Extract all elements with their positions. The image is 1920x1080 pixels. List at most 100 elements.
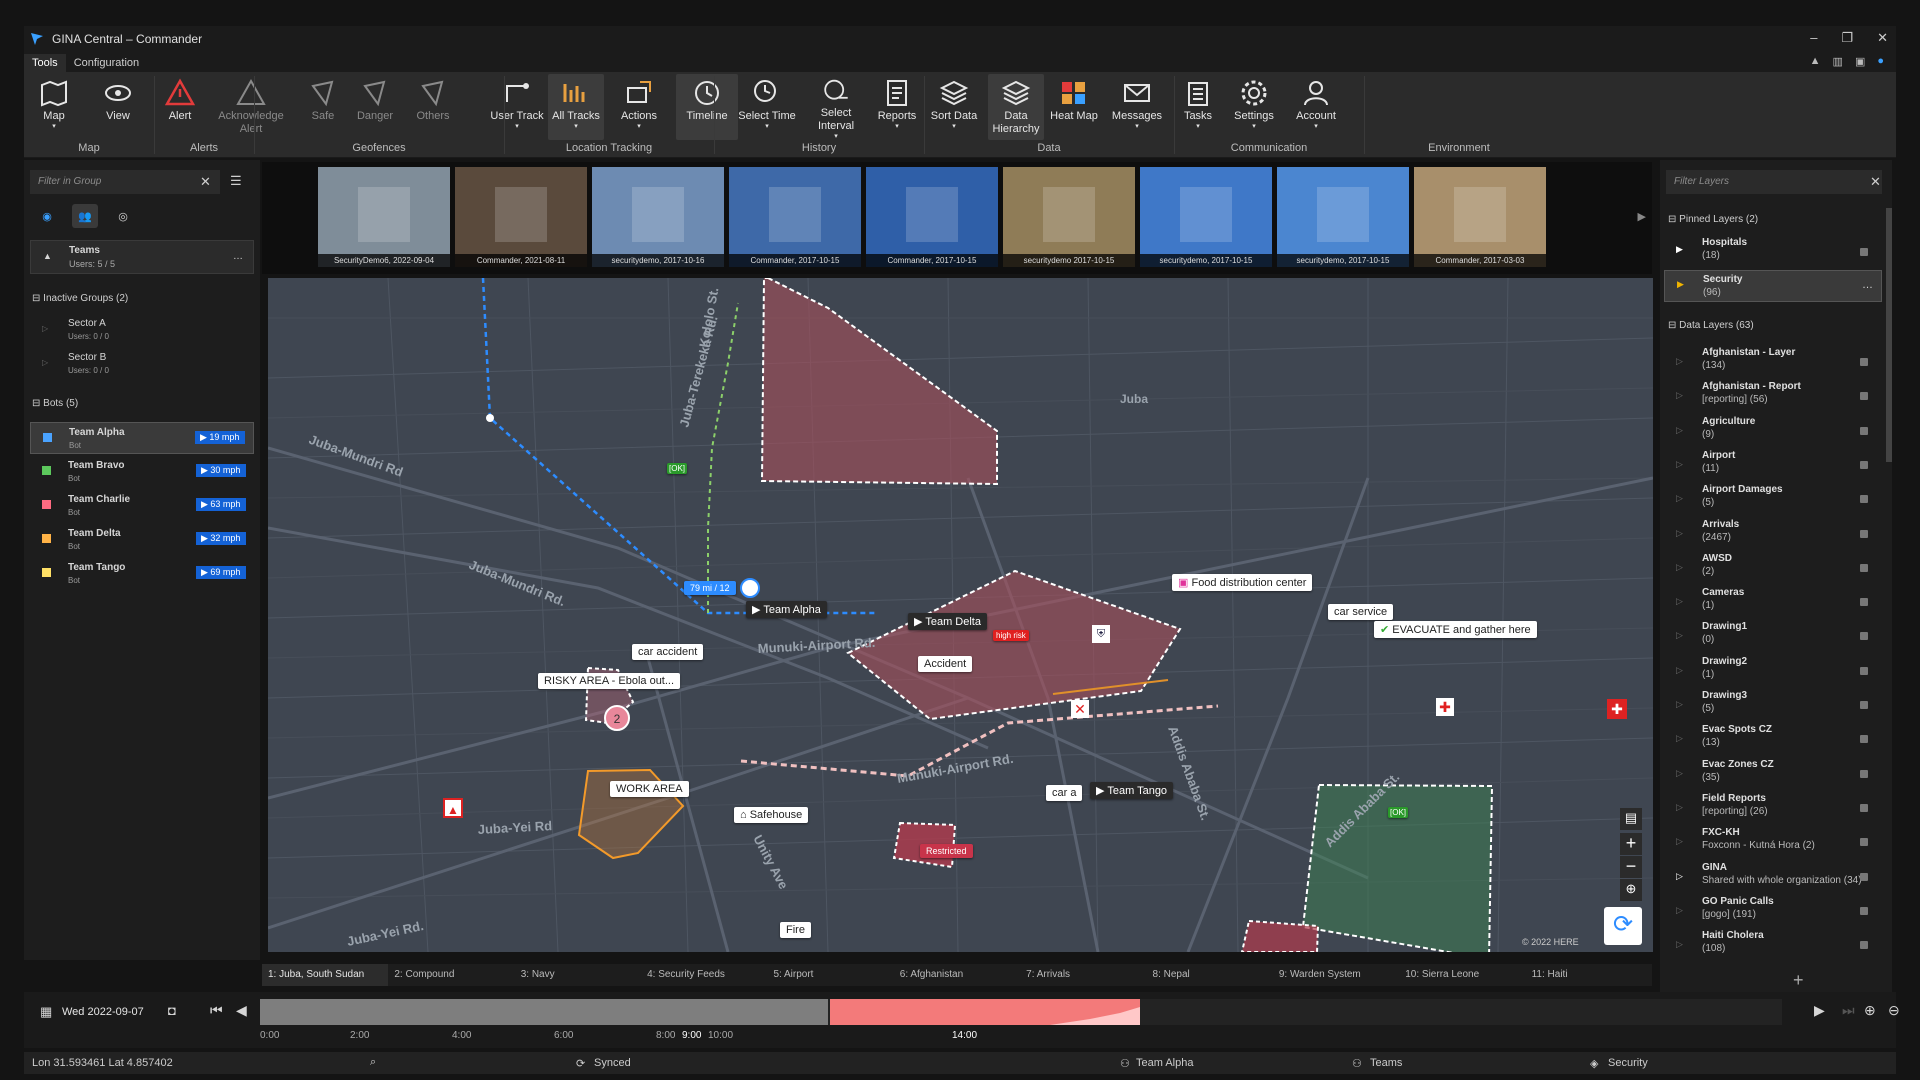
map-list-icon[interactable]: ▤ [1620, 808, 1642, 830]
media-thumbnail[interactable]: Commander, 2017-03-03 [1414, 167, 1546, 267]
person-circle-icon[interactable]: ◉ [34, 204, 60, 228]
close-button[interactable]: ✕ [1877, 30, 1888, 46]
map-tab[interactable]: 4: Security Feeds [641, 964, 767, 986]
add-layer-icon[interactable]: + [1793, 970, 1804, 991]
current-group[interactable]: Teams [1370, 1057, 1402, 1069]
media-thumbnail[interactable]: securitydemo, 2017-10-15 [1277, 167, 1409, 267]
alert-icon[interactable]: ▲ [443, 798, 463, 818]
data-layer-item[interactable]: ▷ Drawing3 (5) [1660, 689, 1880, 721]
alltracks-button[interactable]: All Tracks ▾ [548, 74, 604, 140]
data-layers-header[interactable]: ⊟ Data Layers (63) [1668, 320, 1754, 331]
data-layer-item[interactable]: ▷ GO Panic Calls [gogo] (191) [1660, 895, 1880, 927]
inactive-groups-header[interactable]: ⊟ Inactive Groups (2) [32, 293, 128, 304]
calendar-icon[interactable]: ▦ [40, 1004, 52, 1020]
eye-icon[interactable]: ◎ [110, 204, 136, 228]
sortdata-button[interactable]: Sort Data ▾ [926, 74, 982, 140]
media-thumbnail[interactable]: securitydemo, 2017-10-16 [592, 167, 724, 267]
selectinterval-button[interactable]: Select Interval ▾ [804, 74, 868, 140]
pinned-layers-header[interactable]: ⊟ Pinned Layers (2) [1668, 214, 1758, 225]
media-thumbnail[interactable]: securitydemo, 2017-10-15 [1140, 167, 1272, 267]
teams-group[interactable]: ▲ Teams Users: 5 / 5 … [30, 240, 254, 274]
tab-configuration[interactable]: Configuration [66, 54, 147, 72]
refresh-map-icon[interactable]: ⟳ [1604, 907, 1642, 945]
bot-speed-badge[interactable]: ▶ 63 mph [196, 498, 246, 511]
bot-speed-badge[interactable]: ▶ 30 mph [196, 464, 246, 477]
data-layer-item[interactable]: ▷ Drawing1 (0) [1660, 620, 1880, 652]
expand-icon[interactable]: ▷ [42, 324, 48, 333]
data-layer-item[interactable]: ▷ Afghanistan - Layer (134) [1660, 346, 1880, 378]
pinned-layer-security[interactable]: ▶ Security (96) … [1664, 270, 1882, 302]
expand-icon[interactable]: ▷ [1676, 802, 1683, 813]
bot-speed-badge[interactable]: ▶ 32 mph [196, 532, 246, 545]
more-icon[interactable]: … [233, 251, 243, 262]
alert-button[interactable]: Alert [152, 74, 208, 140]
danger-button[interactable]: Danger [350, 74, 400, 140]
map-tab[interactable]: 3: Navy [515, 964, 641, 986]
expand-icon[interactable]: ▷ [1676, 528, 1683, 539]
timeline-track[interactable] [260, 999, 1782, 1025]
media-thumbnail[interactable]: SecurityDemo6, 2022-09-04 [318, 167, 450, 267]
media-thumbnail[interactable]: Commander, 2021-08-11 [455, 167, 587, 267]
account-button[interactable]: Account ▾ [1286, 74, 1346, 140]
data-layer-item[interactable]: ▷ Drawing2 (1) [1660, 655, 1880, 687]
expand-icon[interactable]: ▷ [1676, 425, 1683, 436]
heatmap-button[interactable]: Heat Map [1046, 74, 1102, 140]
collapse-ribbon-icon[interactable]: ▲ [1810, 55, 1821, 68]
map-tab[interactable]: 6: Afghanistan [894, 964, 1020, 986]
current-layer[interactable]: Security [1608, 1057, 1648, 1069]
step-back-icon[interactable]: ◀ [236, 1002, 247, 1019]
safehouse-label[interactable]: ⌂ Safehouse [734, 807, 809, 823]
data-layer-item[interactable]: ▷ Haiti Cholera (108) [1660, 929, 1880, 961]
data-layer-item[interactable]: ▷ Afghanistan - Report [reporting] (56) [1660, 380, 1880, 412]
security-icon[interactable]: ⛨ [1092, 625, 1110, 643]
usertrack-button[interactable]: User Track ▾ [488, 74, 546, 140]
map-view[interactable]: 2 Juba-Mundri Rd Juba-Mundri Rd. Munuki-… [268, 278, 1653, 952]
accident-label[interactable]: Accident [918, 656, 973, 672]
data-layer-item[interactable]: ▷ Evac Zones CZ (35) [1660, 758, 1880, 790]
inactive-group-item[interactable]: ▷ Sector A Users: 0 / 0 [30, 314, 254, 346]
skip-start-icon[interactable]: ⏮ [210, 1002, 223, 1019]
team-delta-label[interactable]: ▶ Team Delta [908, 613, 987, 630]
expand-icon[interactable]: ▷ [1676, 459, 1683, 470]
window-icon[interactable]: ▣ [1855, 55, 1865, 68]
expand-icon[interactable]: ▷ [1676, 939, 1683, 950]
team-tango-label[interactable]: ▶ Team Tango [1090, 782, 1174, 799]
map-tab[interactable]: 7: Arrivals [1020, 964, 1146, 986]
data-layer-item[interactable]: ▷ Airport Damages (5) [1660, 483, 1880, 515]
food-distribution-label[interactable]: ▣ Food distribution center [1172, 574, 1313, 591]
media-thumbnail[interactable]: Commander, 2017-10-15 [866, 167, 998, 267]
team-alpha-label[interactable]: ▶ Team Alpha [746, 601, 827, 618]
more-icon[interactable]: … [1862, 279, 1873, 291]
expand-icon[interactable]: ▷ [1676, 768, 1683, 779]
bot-item[interactable]: Team Bravo Bot ▶ 30 mph [30, 456, 254, 488]
expand-icon[interactable]: ▷ [1676, 871, 1683, 882]
pinned-layer-hospitals[interactable]: ▶ Hospitals (18) [1666, 236, 1886, 266]
risky-area-label[interactable]: RISKY AREA - Ebola out... [538, 673, 681, 689]
bot-speed-badge[interactable]: ▶ 69 mph [196, 566, 246, 579]
locate-icon[interactable]: ⊕ [1620, 879, 1642, 901]
search-icon[interactable]: ⌕ [370, 1056, 376, 1069]
map-tab[interactable]: 9: Warden System [1273, 964, 1399, 986]
tasks-button[interactable]: Tasks ▾ [1170, 74, 1226, 140]
expand-icon[interactable]: ▷ [1676, 699, 1683, 710]
geofence-restricted-north[interactable] [760, 278, 998, 486]
reports-button[interactable]: Reports ▾ [866, 74, 928, 140]
map-tab[interactable]: 1: Juba, South Sudan [262, 964, 389, 986]
actions-button[interactable]: Actions ▾ [610, 74, 668, 140]
team-alpha-marker[interactable] [740, 578, 760, 598]
next-icon[interactable]: ▶ [1638, 210, 1646, 223]
expand-icon[interactable]: ▶ [1677, 279, 1684, 290]
play-icon[interactable]: ▶ [1814, 1002, 1825, 1019]
collapse-icon[interactable]: ▲ [43, 251, 52, 261]
restore-button[interactable]: ❐ [1841, 30, 1853, 46]
data-layer-item[interactable]: ▷ Cameras (1) [1660, 586, 1880, 618]
data-layer-item[interactable]: ▷ Airport (11) [1660, 449, 1880, 481]
data-layer-item[interactable]: ▷ GINA Shared with whole organization (34) [1660, 861, 1880, 893]
data-layer-item[interactable]: ▷ Evac Spots CZ (13) [1660, 723, 1880, 755]
group-filter-input[interactable]: Filter in Group [30, 170, 220, 194]
zoom-out-button[interactable]: − [1620, 856, 1642, 878]
x-marker-icon[interactable]: ✕ [1071, 700, 1089, 718]
tab-tools[interactable]: Tools [24, 54, 66, 72]
expand-icon[interactable]: ▷ [1676, 390, 1683, 401]
expand-icon[interactable]: ▷ [1676, 596, 1683, 607]
